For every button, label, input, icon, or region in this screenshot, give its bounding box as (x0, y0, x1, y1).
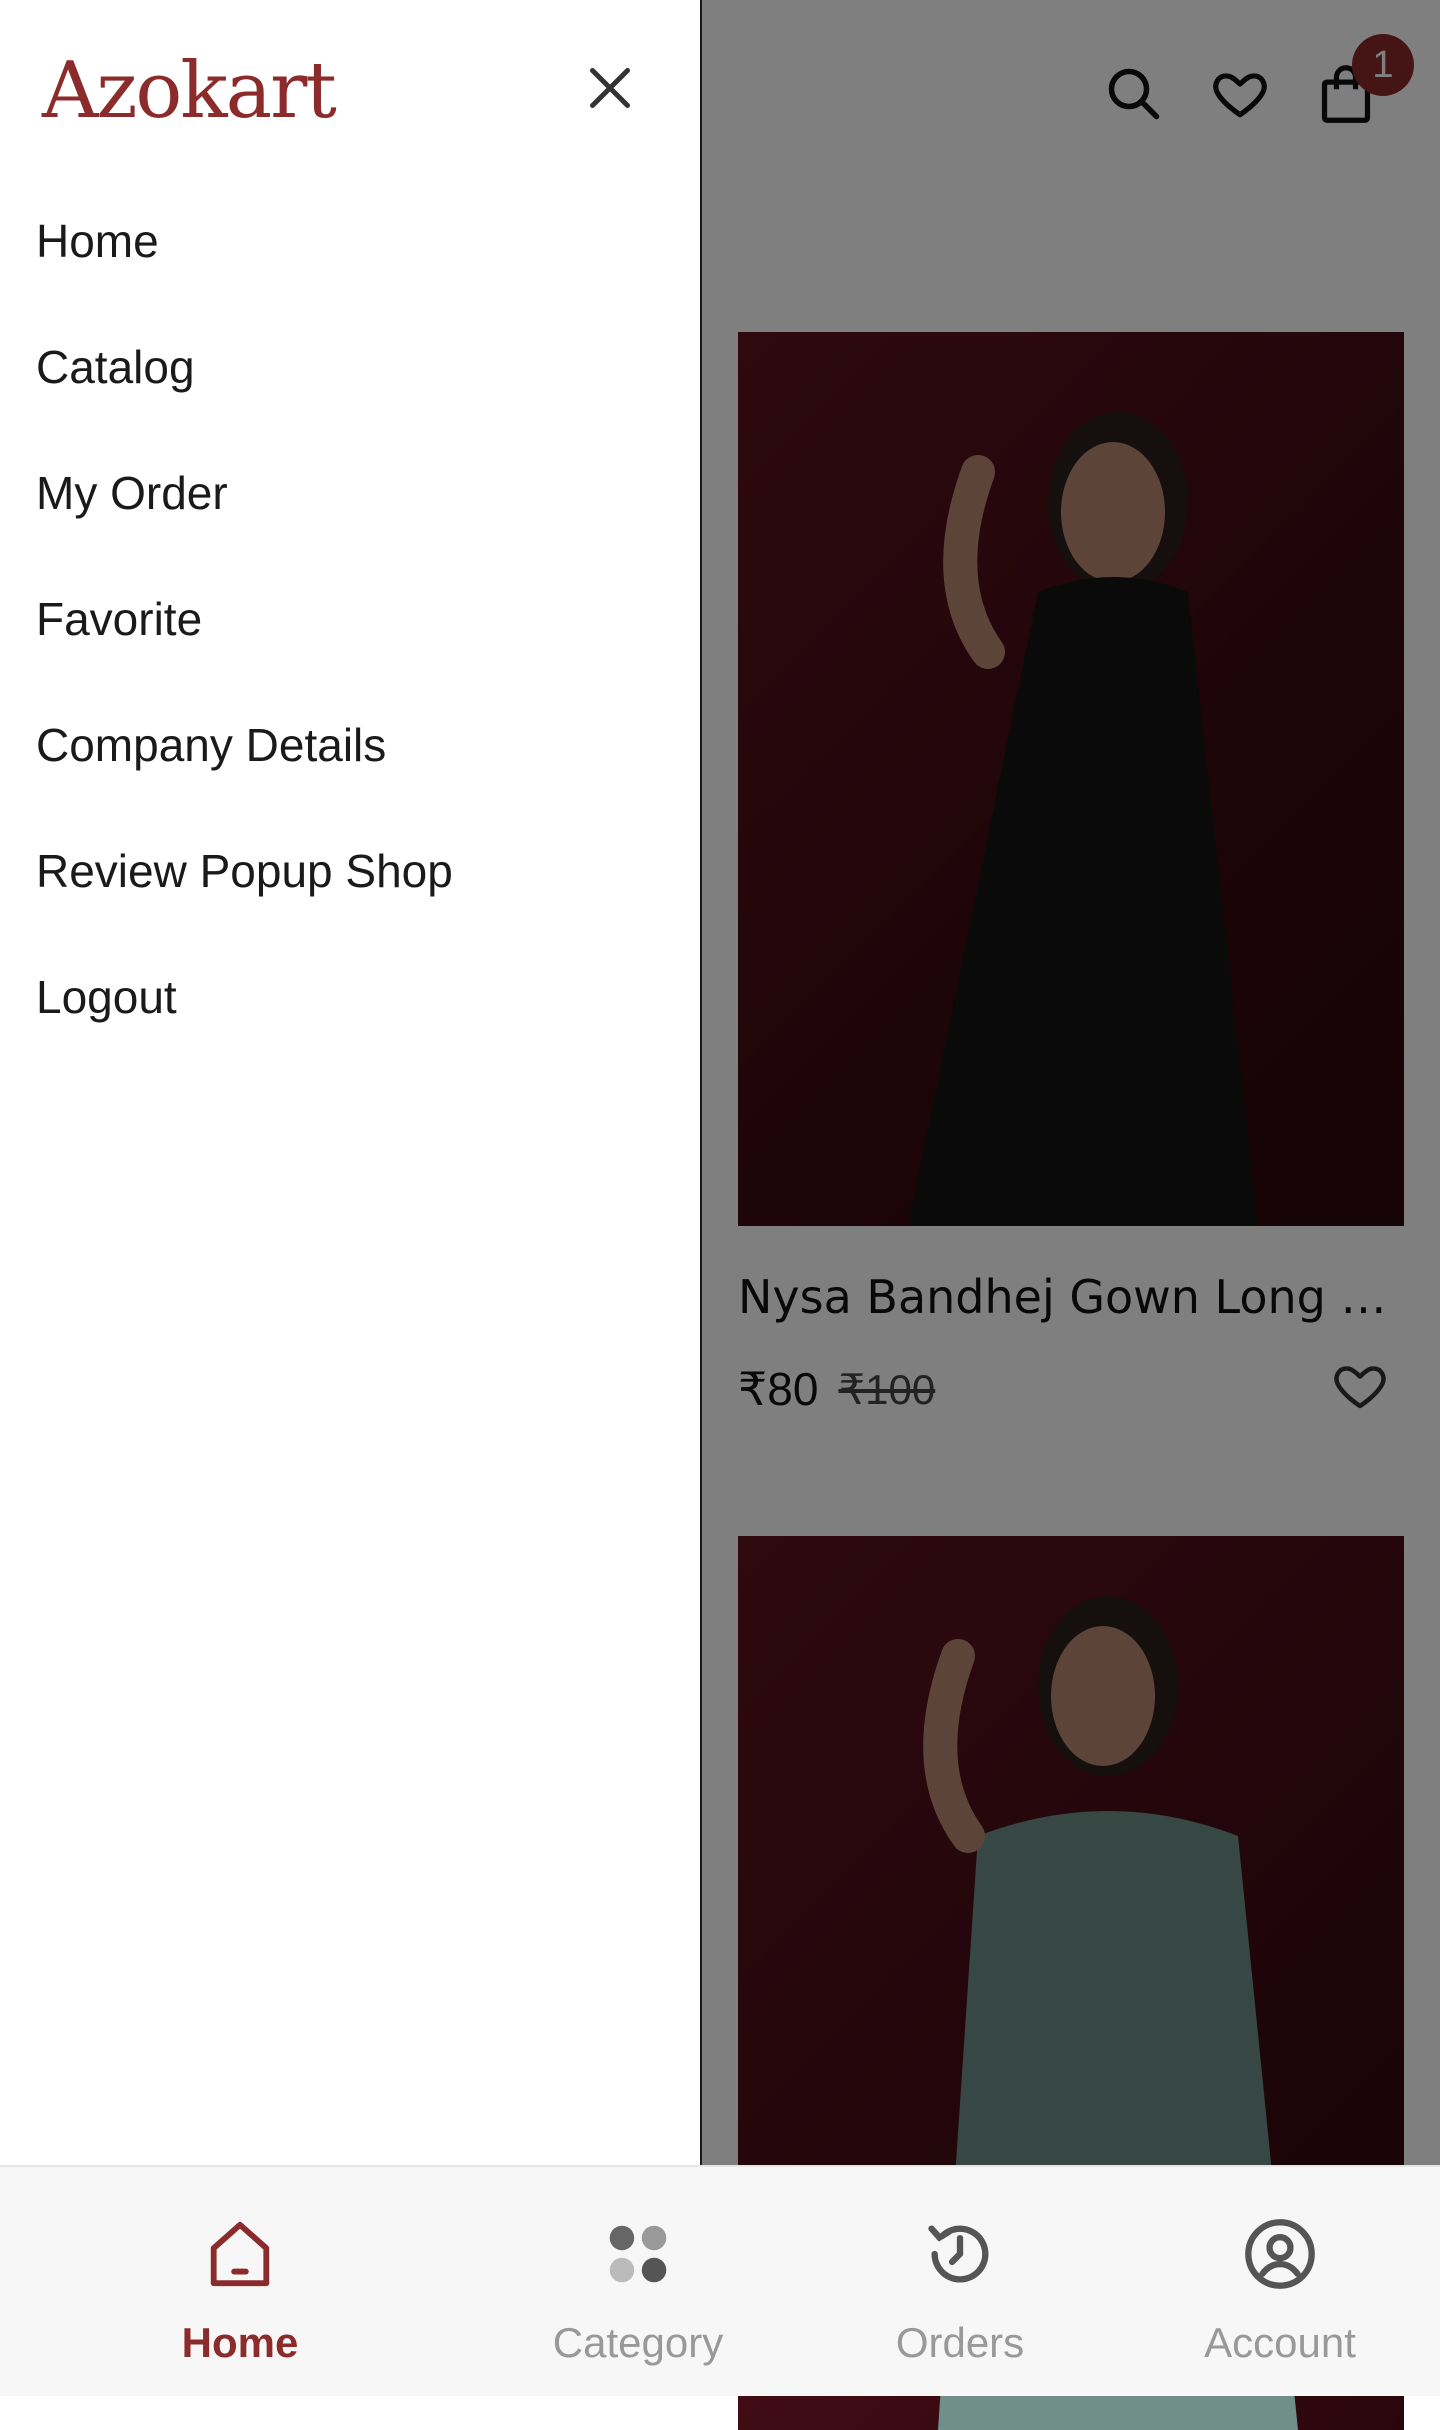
menu-item-company-details[interactable]: Company Details (36, 709, 453, 835)
category-icon (508, 2209, 768, 2299)
menu-item-review-popup-shop[interactable]: Review Popup Shop (36, 835, 453, 961)
menu-item-logout[interactable]: Logout (36, 961, 453, 1087)
menu-item-my-order[interactable]: My Order (36, 457, 453, 583)
navigation-drawer: Azokart Home Catalog My Order Favorite C… (0, 0, 702, 2165)
account-icon (1150, 2209, 1410, 2299)
close-icon[interactable] (580, 58, 640, 118)
nav-label: Orders (895, 2319, 1025, 2366)
nav-account[interactable]: Account (1150, 2167, 1410, 2367)
drawer-menu: Home Catalog My Order Favorite Company D… (36, 205, 453, 1087)
history-icon (830, 2209, 1090, 2299)
nav-category[interactable]: Category (508, 2167, 768, 2367)
nav-orders[interactable]: Orders (830, 2167, 1090, 2367)
bottom-navigation: Home Category Orders Account (0, 2165, 1440, 2396)
nav-label: Category (552, 2319, 724, 2366)
menu-item-favorite[interactable]: Favorite (36, 583, 453, 709)
home-icon (110, 2209, 370, 2299)
brand-logo: Azokart (42, 46, 337, 136)
nav-label: Home (181, 2319, 299, 2366)
nav-label: Account (1204, 2319, 1356, 2366)
menu-item-catalog[interactable]: Catalog (36, 331, 453, 457)
menu-item-home[interactable]: Home (36, 205, 453, 331)
nav-home[interactable]: Home (110, 2167, 370, 2367)
